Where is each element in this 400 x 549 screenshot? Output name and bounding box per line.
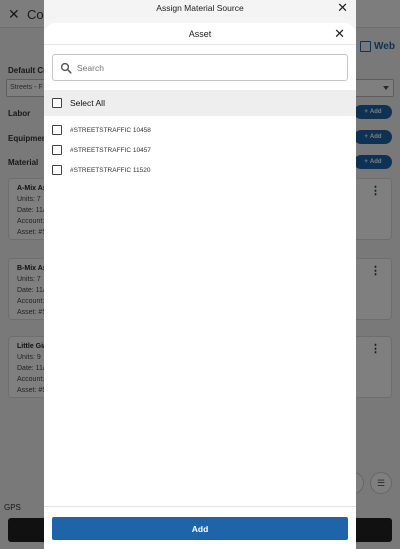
list-item[interactable]: #STREETSTRAFFIC 10458 [44, 120, 356, 140]
modal-header: Asset ✕ [44, 23, 356, 45]
modal-footer: Add [44, 506, 356, 549]
sheet-close-icon[interactable]: ✕ [337, 0, 348, 16]
list-item[interactable]: #STREETSTRAFFIC 10457 [44, 140, 356, 160]
modal-close-icon[interactable]: ✕ [334, 26, 345, 42]
asset-checkbox[interactable] [52, 125, 62, 135]
select-all-checkbox[interactable] [52, 98, 62, 108]
add-button[interactable]: Add [52, 517, 348, 540]
select-all-label: Select All [70, 98, 105, 108]
modal-title: Asset [188, 29, 212, 39]
asset-checkbox[interactable] [52, 165, 62, 175]
asset-modal: Asset ✕ Select All #STREETSTRAFFIC 10458… [44, 23, 356, 549]
asset-label: #STREETSTRAFFIC 11520 [70, 166, 151, 174]
asset-list: #STREETSTRAFFIC 10458 #STREETSTRAFFIC 10… [44, 120, 356, 180]
list-item[interactable]: #STREETSTRAFFIC 11520 [44, 160, 356, 180]
asset-label: #STREETSTRAFFIC 10458 [70, 126, 151, 134]
search-icon [60, 62, 72, 74]
sheet-title: Assign Material Source [156, 3, 244, 13]
search-input[interactable] [77, 60, 337, 76]
asset-label: #STREETSTRAFFIC 10457 [70, 146, 151, 154]
asset-checkbox[interactable] [52, 145, 62, 155]
search-box[interactable] [52, 54, 348, 81]
select-all-row[interactable]: Select All [44, 90, 356, 116]
